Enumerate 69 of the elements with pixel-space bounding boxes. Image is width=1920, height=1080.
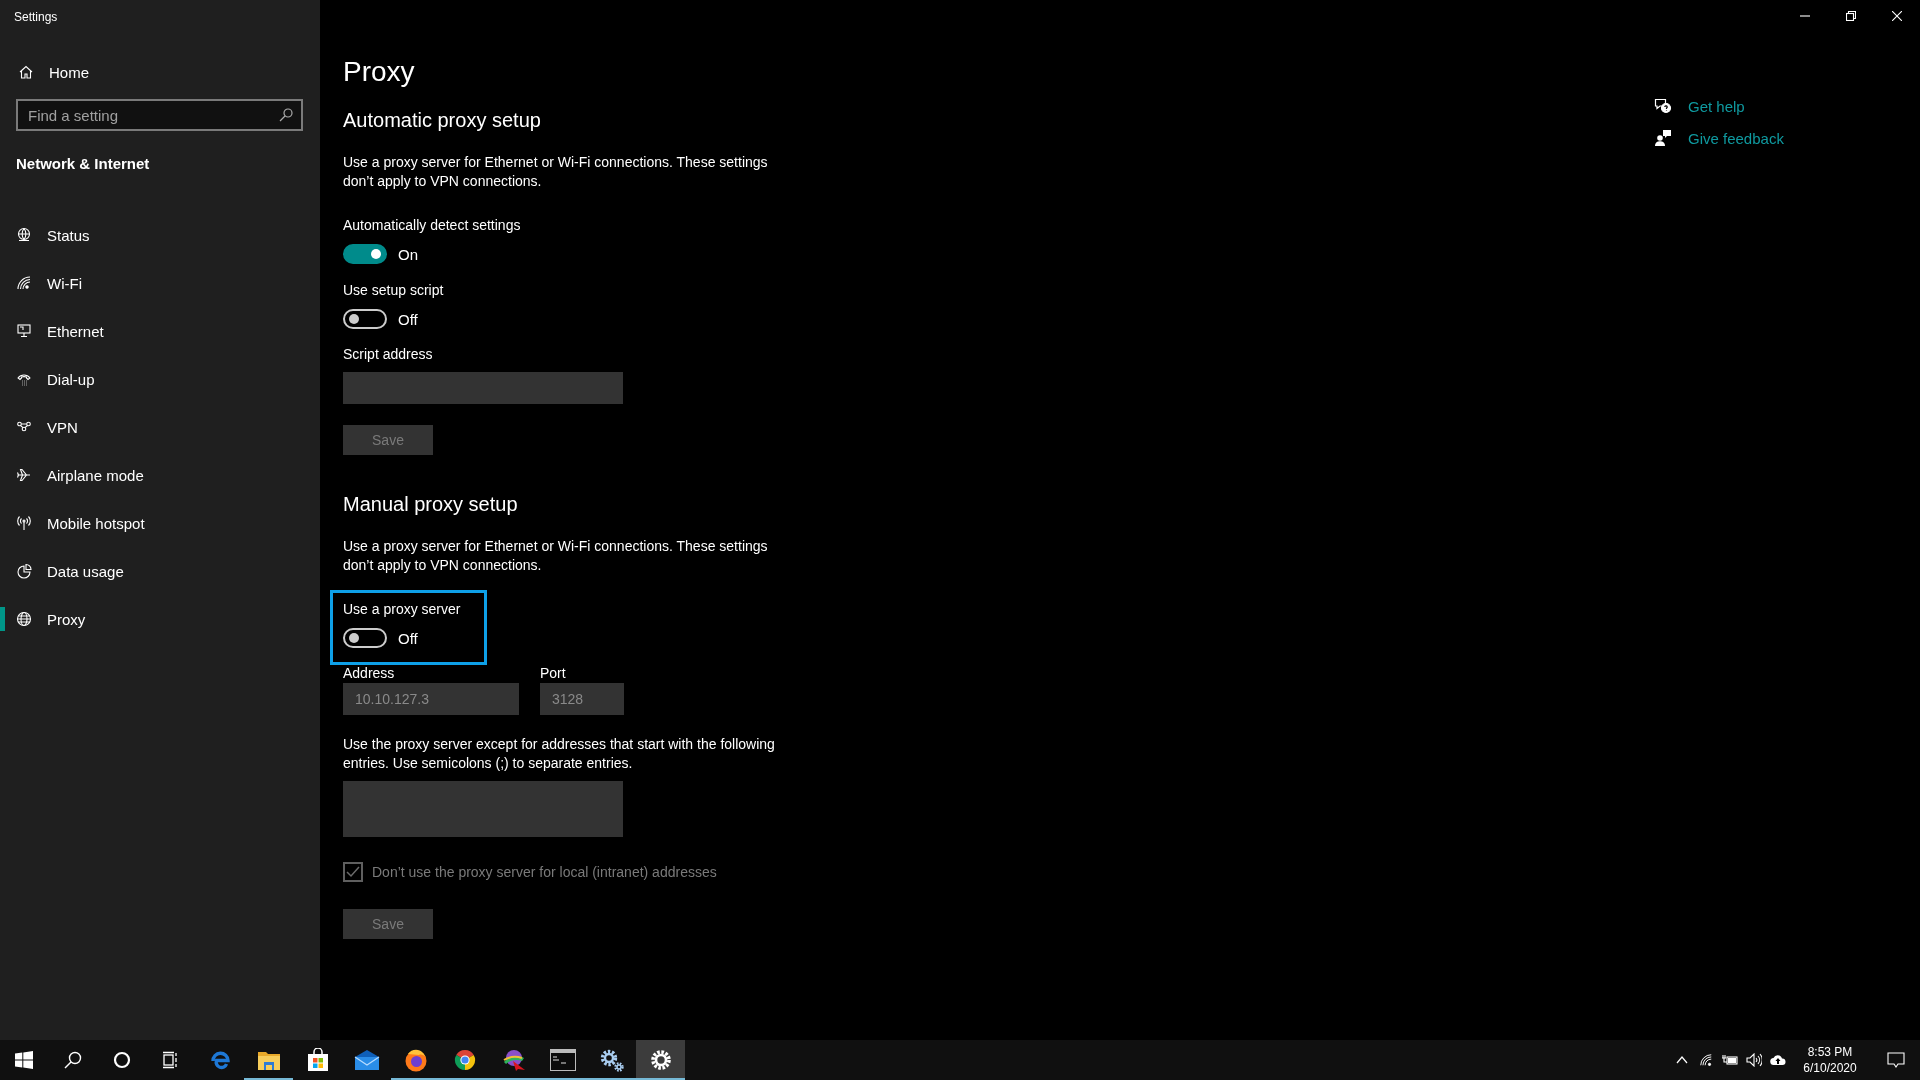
section-heading: Automatic proxy setup [343,108,541,133]
volume-icon [1746,1053,1762,1067]
search-icon [63,1051,82,1069]
terminal-icon [549,1049,576,1071]
toggle-switch[interactable] [343,244,387,264]
toggle-label: Use a proxy server [343,600,462,619]
checkbox-label: Don’t use the proxy server for local (intranet) addresses [372,864,717,880]
wheel-logo-icon [452,1048,477,1072]
sidebar-item[interactable]: VPN [0,403,320,451]
cloud-icon [1770,1054,1786,1066]
pie-chart-icon [16,563,32,579]
sidebar-item[interactable]: Data usage [0,547,320,595]
phone-icon [16,371,32,387]
windows-logo-icon [15,1051,33,1069]
field-label: Port [540,664,567,683]
wifi-icon [1699,1053,1713,1067]
airplane-icon [16,467,32,483]
clock-date[interactable]: 6/10/2020 [1803,1060,1857,1076]
gears-icon [598,1048,625,1072]
search-field[interactable]: Find a setting [16,99,303,131]
field-label: Address [343,664,396,683]
sidebar-item[interactable]: Wi-Fi [0,259,320,307]
sidebar-item[interactable]: Dial-up [0,355,320,403]
search-icon [278,107,294,123]
description-text: Use a proxy server for Ethernet or Wi-Fi connections. These settings don’t apply to VPN connections. [343,153,769,191]
globe-monitor-icon [16,227,32,243]
restore-icon [1846,11,1856,21]
folder-icon [256,1049,281,1071]
toggle-label: Use setup script [343,281,444,300]
close-icon [1892,11,1902,21]
taskbar-button[interactable] [636,1040,685,1080]
circle-icon [112,1051,131,1069]
window-title: Settings [13,9,59,26]
toggle-state-label: Off [398,310,418,328]
battery-icon [1722,1054,1738,1066]
field-label: Script address [343,345,434,364]
description-text: Use the proxy server except for addresses that start with the following entries. Use semicolons (;) to separate entries. [343,735,776,773]
sidebar-item[interactable]: Status [0,211,320,259]
toggle-state-label: On [398,245,418,263]
section-heading: Manual proxy setup [343,492,518,517]
toggle-switch[interactable] [343,309,387,329]
description-text: Use a proxy server for Ethernet or Wi-Fi connections. These settings don’t apply to VPN connections. [343,537,769,575]
globe-icon [16,611,32,627]
home-link[interactable]: Home [0,54,320,90]
house-icon [18,64,34,80]
sidebar-item[interactable]: Mobile hotspot [0,499,320,547]
person-bubble-icon [1654,129,1672,147]
clock-time[interactable]: 8:53 PM [1807,1044,1853,1060]
envelope-icon [353,1049,380,1071]
help-link[interactable]: Give feedback [1654,128,1920,148]
sidebar-item[interactable]: Ethernet [0,307,320,355]
text-field[interactable] [343,372,623,404]
toggle-switch[interactable] [343,628,387,648]
page-title: Proxy [343,55,415,89]
chevron-up-icon [1676,1056,1688,1064]
toggle-state-label: Off [398,629,418,647]
sidebar-item[interactable]: Airplane mode [0,451,320,499]
gear-icon [649,1049,672,1071]
monitor-icon [16,323,32,339]
antenna-icon [16,515,32,531]
help-bubble-icon [1654,97,1672,115]
toggle-label: Automatically detect settings [343,216,521,235]
e-logo-icon [208,1049,231,1071]
section-heading: Network & Internet [15,154,151,174]
help-link[interactable]: Get help [1654,96,1920,116]
wifi-icon [16,275,32,291]
shopping-bag-icon [306,1048,329,1072]
speech-bubble-icon [1887,1052,1905,1068]
task-view-icon [161,1051,180,1069]
